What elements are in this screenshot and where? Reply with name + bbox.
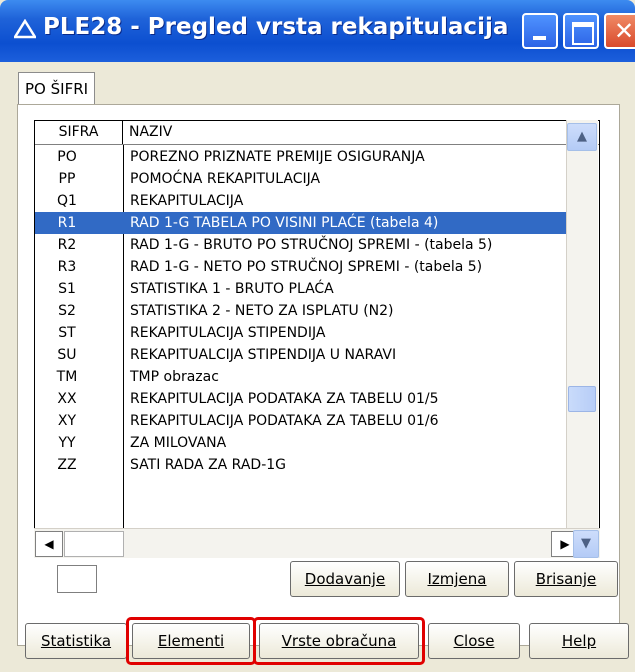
cell-code: PP bbox=[58, 171, 76, 187]
table-row-selected[interactable]: R1 RAD 1-G TABELA PO VISINI PLAĆE (tabel… bbox=[35, 212, 579, 234]
add-button[interactable]: Dodavanje bbox=[290, 561, 400, 597]
cell-code: R1 bbox=[57, 215, 77, 231]
app-triangle-icon bbox=[14, 19, 36, 39]
table-row[interactable]: YY ZA MILOVANA bbox=[35, 432, 579, 454]
close-button-label: Close bbox=[453, 632, 495, 650]
dialog-window: PLE28 - Pregled vrsta rekapitulacija ✕ P… bbox=[0, 0, 635, 672]
cell-name: RAD 1-G - NETO PO STRUČNOJ SPREMI - (tab… bbox=[130, 259, 483, 275]
table-row[interactable]: TM TMP obrazac bbox=[35, 366, 579, 388]
cell-name: REKAPITUALCIJA STIPENDIJA U NARAVI bbox=[130, 347, 397, 363]
record-count-box[interactable] bbox=[57, 565, 97, 593]
table-row[interactable]: XX REKAPITULACIJA PODATAKA ZA TABELU 01/… bbox=[35, 388, 579, 410]
cell-code: PO bbox=[57, 149, 77, 165]
tab-po-sifri[interactable]: PO ŠIFRI bbox=[18, 72, 96, 104]
cell-code: R2 bbox=[57, 237, 77, 253]
table-row[interactable]: ZZ SATI RADA ZA RAD-1G bbox=[35, 454, 579, 476]
cell-code: ZZ bbox=[57, 457, 77, 473]
table-row[interactable]: PP POMOĆNA REKAPITULACIJA bbox=[35, 168, 579, 190]
cell-name: REKAPITULACIJA STIPENDIJA bbox=[130, 325, 326, 341]
statistics-button-label: Statistika bbox=[40, 632, 112, 650]
table-row[interactable]: R3 RAD 1-G - NETO PO STRUČNOJ SPREMI - (… bbox=[35, 256, 579, 278]
cell-code: ST bbox=[58, 325, 76, 341]
maximize-button[interactable] bbox=[563, 13, 599, 49]
horizontal-scrollbar[interactable]: ◀ ▶ ▼ bbox=[34, 528, 600, 558]
cell-code: R3 bbox=[57, 259, 77, 275]
edit-button[interactable]: Izmjena bbox=[405, 561, 509, 597]
cell-name: TMP obrazac bbox=[130, 369, 219, 385]
delete-button[interactable]: Brisanje bbox=[514, 561, 618, 597]
scroll-down-button[interactable]: ▼ bbox=[573, 530, 599, 558]
cell-name: STATISTIKA 1 - BRUTO PLAĆA bbox=[130, 281, 334, 297]
cell-name: REKAPITULACIJA bbox=[130, 193, 244, 209]
table-row[interactable]: XY REKAPITULACIJA PODATAKA ZA TABELU 01/… bbox=[35, 410, 579, 432]
cell-code: TM bbox=[56, 369, 78, 385]
arrow-left-icon: ◀ bbox=[44, 537, 54, 551]
calc-types-button[interactable]: Vrste obračuna bbox=[259, 623, 419, 659]
minimize-icon bbox=[533, 36, 546, 40]
elements-button-label: Elementi bbox=[157, 632, 225, 650]
cell-code: SU bbox=[57, 347, 77, 363]
help-button[interactable]: Help bbox=[529, 623, 629, 659]
cell-code: Q1 bbox=[57, 193, 77, 209]
cell-name: ZA MILOVANA bbox=[130, 435, 227, 451]
edit-button-label: Izmjena bbox=[427, 570, 487, 588]
table-row[interactable]: PO POREZNO PRIZNATE PREMIJE OSIGURANJA bbox=[35, 146, 579, 168]
column-header-naziv[interactable]: NAZIV bbox=[125, 121, 575, 144]
table-row[interactable]: ST REKAPITULACIJA STIPENDIJA bbox=[35, 322, 579, 344]
statistics-button[interactable]: Statistika bbox=[25, 623, 127, 659]
add-button-label: Dodavanje bbox=[304, 570, 386, 588]
cell-name: POMOĆNA REKAPITULACIJA bbox=[130, 171, 321, 187]
vertical-scrollbar[interactable]: ▲ bbox=[566, 120, 598, 532]
horizontal-scroll-thumb[interactable] bbox=[64, 531, 124, 557]
window-title: PLE28 - Pregled vrsta rekapitulacija bbox=[43, 14, 509, 40]
cell-code: XX bbox=[57, 391, 77, 407]
vertical-scroll-thumb[interactable] bbox=[568, 386, 596, 412]
column-header-sifra[interactable]: SIFRA bbox=[35, 121, 123, 144]
calc-types-button-label: Vrste obračuna bbox=[281, 632, 397, 650]
maximize-icon bbox=[572, 22, 594, 45]
cell-name: STATISTIKA 2 - NETO ZA ISPLATU (N2) bbox=[130, 303, 394, 319]
title-bar[interactable]: PLE28 - Pregled vrsta rekapitulacija ✕ bbox=[0, 0, 635, 62]
grid-rows: PO POREZNO PRIZNATE PREMIJE OSIGURANJA P… bbox=[35, 145, 579, 555]
tab-label: PO ŠIFRI bbox=[25, 80, 89, 98]
elements-button[interactable]: Elementi bbox=[132, 623, 250, 659]
chevron-up-icon: ▲ bbox=[577, 129, 587, 144]
minimize-button[interactable] bbox=[522, 13, 558, 49]
cell-code: S2 bbox=[58, 303, 76, 319]
close-button[interactable]: Close bbox=[428, 623, 520, 659]
cell-name: POREZNO PRIZNATE PREMIJE OSIGURANJA bbox=[130, 149, 425, 165]
cell-code: S1 bbox=[58, 281, 76, 297]
table-row[interactable]: Q1 REKAPITULACIJA bbox=[35, 190, 579, 212]
cell-name: RAD 1-G TABELA PO VISINI PLAĆE (tabela 4… bbox=[130, 215, 439, 231]
arrow-right-icon: ▶ bbox=[560, 537, 570, 551]
scroll-left-button[interactable]: ◀ bbox=[35, 531, 63, 557]
delete-button-label: Brisanje bbox=[535, 570, 597, 588]
grid-header: SIFRA NAZIV bbox=[35, 121, 599, 145]
table-row[interactable]: S2 STATISTIKA 2 - NETO ZA ISPLATU (N2) bbox=[35, 300, 579, 322]
cell-code: YY bbox=[58, 435, 76, 451]
cell-name: REKAPITULACIJA PODATAKA ZA TABELU 01/5 bbox=[130, 391, 439, 407]
cell-name: RAD 1-G - BRUTO PO STRUČNOJ SPREMI - (ta… bbox=[130, 237, 493, 253]
recap-types-grid[interactable]: SIFRA NAZIV PO POREZNO PRIZNATE PREMIJE … bbox=[34, 120, 600, 558]
cell-name: REKAPITULACIJA PODATAKA ZA TABELU 01/6 bbox=[130, 413, 439, 429]
help-button-label: Help bbox=[561, 632, 597, 650]
table-row[interactable]: SU REKAPITUALCIJA STIPENDIJA U NARAVI bbox=[35, 344, 579, 366]
close-window-button[interactable]: ✕ bbox=[604, 13, 635, 49]
scroll-up-button[interactable]: ▲ bbox=[567, 123, 597, 151]
cell-code: XY bbox=[57, 413, 77, 429]
tab-strip: PO ŠIFRI bbox=[18, 72, 618, 104]
table-row[interactable]: R2 RAD 1-G - BRUTO PO STRUČNOJ SPREMI - … bbox=[35, 234, 579, 256]
cell-name: SATI RADA ZA RAD-1G bbox=[130, 457, 287, 473]
close-icon: ✕ bbox=[614, 17, 635, 45]
chevron-down-icon: ▼ bbox=[581, 536, 591, 551]
table-row[interactable]: S1 STATISTIKA 1 - BRUTO PLAĆA bbox=[35, 278, 579, 300]
